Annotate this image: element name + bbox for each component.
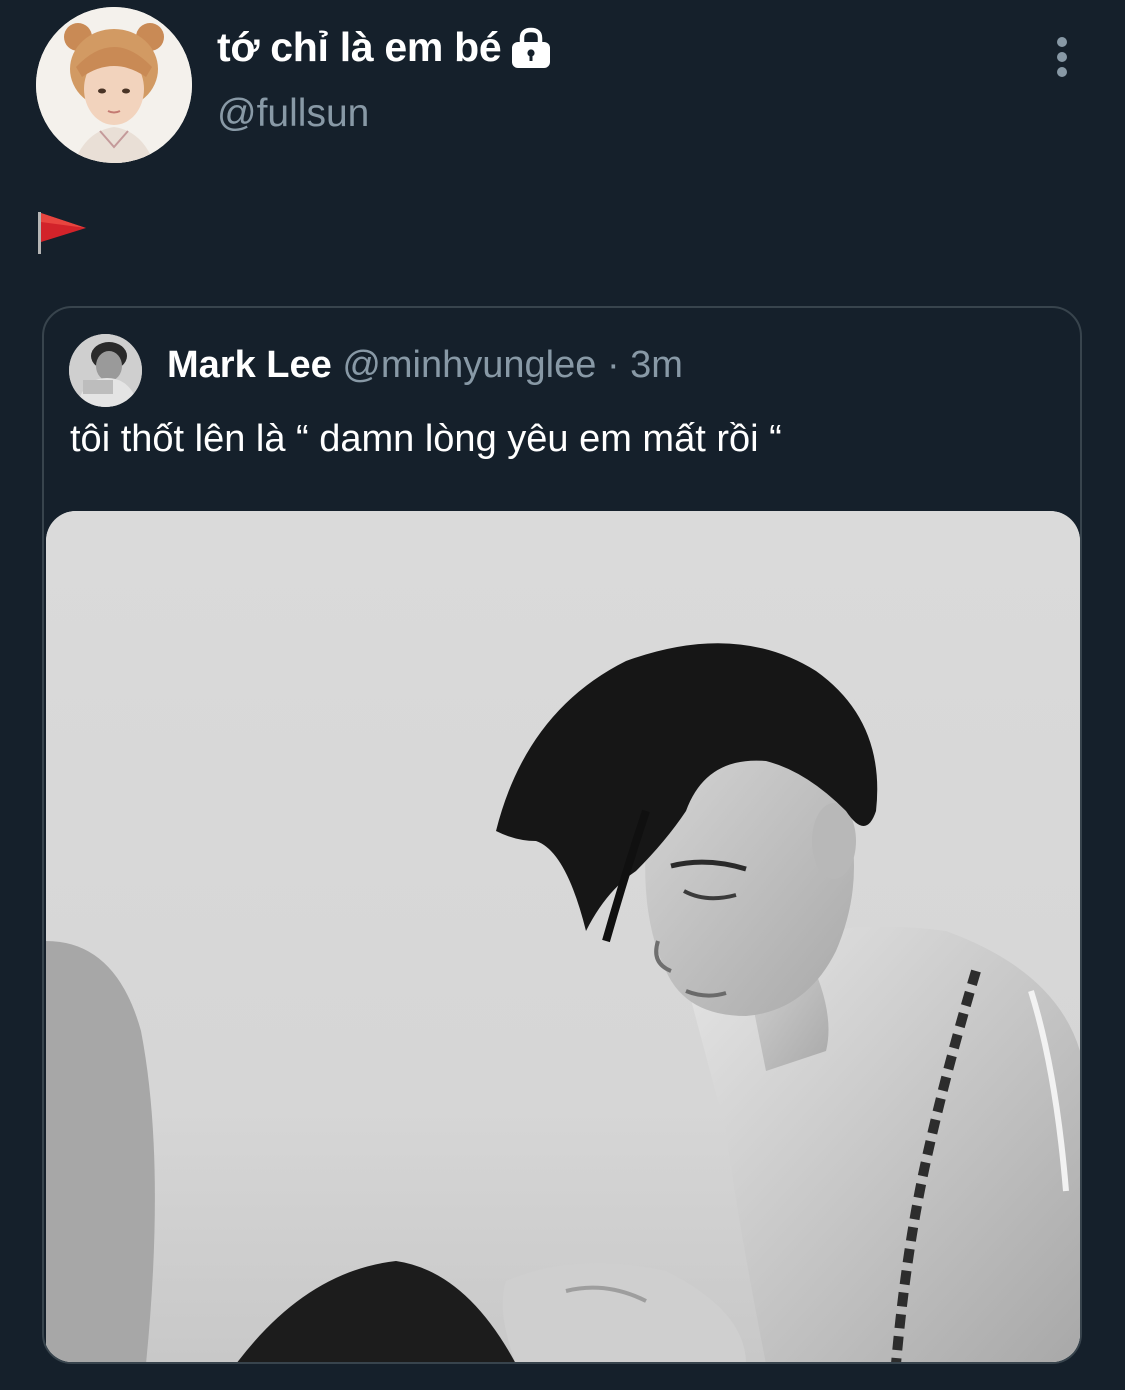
quoted-timestamp[interactable]: 3m: [630, 344, 683, 386]
quoted-avatar-image: [69, 334, 142, 407]
quoted-text: tôi thốt lên là “ damn lòng yêu em mất r…: [70, 418, 782, 460]
display-name-text: tớ chỉ là em bé: [217, 24, 502, 70]
avatar-image: [36, 7, 192, 163]
lock-icon: [509, 27, 553, 69]
more-vertical-icon[interactable]: [1040, 34, 1084, 80]
quoted-display-name[interactable]: Mark Lee: [167, 344, 332, 386]
quoted-handle[interactable]: @minhyunglee: [342, 344, 596, 386]
quoted-author-avatar[interactable]: [69, 334, 142, 407]
red-flag-icon: [36, 208, 90, 256]
author-handle[interactable]: @fullsun: [217, 92, 369, 136]
quoted-tweet[interactable]: Mark Lee @minhyunglee · 3m tôi thốt lên …: [42, 306, 1082, 1364]
quoted-separator: ·: [606, 344, 620, 386]
author-avatar[interactable]: [36, 7, 192, 163]
quoted-header: Mark Lee @minhyunglee · 3m: [167, 344, 683, 387]
quoted-photo[interactable]: [46, 511, 1080, 1362]
tweet: tớ chỉ là em bé @fullsun Mark Lee @minhy…: [0, 0, 1125, 1390]
author-display-name[interactable]: tớ chỉ là em bé: [217, 24, 553, 71]
